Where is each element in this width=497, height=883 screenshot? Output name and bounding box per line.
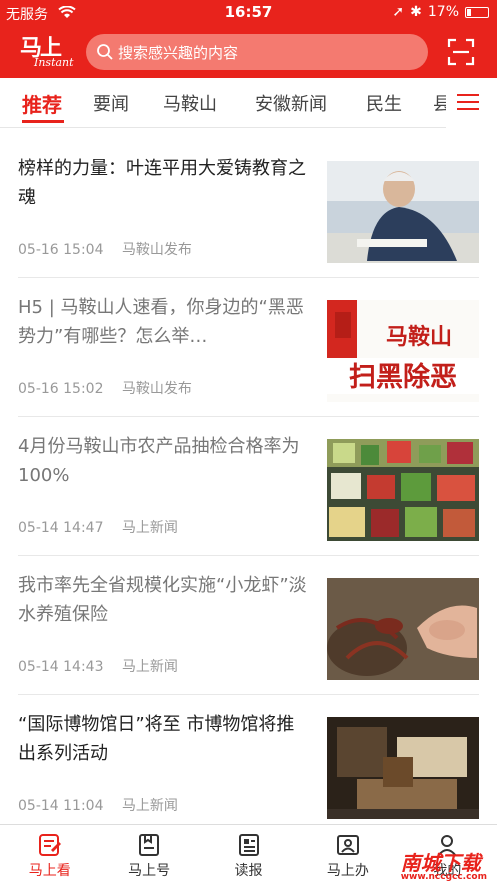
thumb-text-bottom: 扫黑除恶 bbox=[349, 361, 457, 393]
news-icon bbox=[38, 834, 61, 856]
article-meta: 05-16 15:02 马鞍山发布 bbox=[18, 378, 206, 398]
article-title: 榜样的力量：叶连平用大爱铸教育之魂 bbox=[18, 158, 306, 208]
watermark-sub: www.nccgcc.com bbox=[400, 872, 487, 882]
article-thumbnail bbox=[327, 717, 479, 819]
article-source: 马上新闻 bbox=[121, 798, 178, 814]
article-date: 05-16 15:02 bbox=[18, 381, 104, 397]
battery-percent: 17% bbox=[427, 4, 459, 20]
article-meta: 05-16 15:04 马鞍山发布 bbox=[18, 239, 206, 259]
article-title: 4月份马鞍山市农产品抽检合格率为100% bbox=[18, 436, 300, 486]
article-thumbnail bbox=[327, 439, 479, 541]
nav-item-newspaper[interactable]: 读报 bbox=[199, 825, 298, 883]
watermark: 南城下载 www.nccgcc.com bbox=[401, 847, 487, 882]
battery-icon bbox=[465, 6, 489, 18]
article-date: 05-14 14:43 bbox=[18, 659, 104, 675]
article-title: 我市率先全省规模化实施“小龙虾”淡水养殖保险 bbox=[18, 575, 307, 625]
active-tab-indicator bbox=[22, 120, 64, 123]
article-date: 05-16 15:04 bbox=[18, 242, 104, 258]
article-item[interactable]: 榜样的力量：叶连平用大爱铸教育之魂 05-16 15:04 马鞍山发布 bbox=[18, 139, 479, 278]
bluetooth-icon: ✱ bbox=[410, 4, 422, 20]
thumb-text-top: 马鞍山 bbox=[386, 324, 452, 350]
article-item[interactable]: H5 | 马鞍山人速看，你身边的“黑恶势力”有哪些？怎么举… 05-16 15:… bbox=[18, 278, 479, 417]
account-icon bbox=[139, 834, 160, 856]
article-thumbnail bbox=[327, 578, 479, 680]
article-source: 马鞍山发布 bbox=[121, 242, 192, 258]
service-icon bbox=[336, 835, 359, 855]
article-source: 马鞍山发布 bbox=[121, 381, 192, 397]
search-placeholder: 搜索感兴趣的内容 bbox=[118, 43, 239, 62]
article-thumbnail: 马鞍山 扫黑除恶 bbox=[327, 300, 479, 402]
article-list: 榜样的力量：叶连平用大爱铸教育之魂 05-16 15:04 马鞍山发布 H5 |… bbox=[0, 139, 497, 834]
article-source: 马上新闻 bbox=[121, 520, 178, 536]
article-item[interactable]: 我市率先全省规模化实施“小龙虾”淡水养殖保险 05-14 14:43 马上新闻 bbox=[18, 556, 479, 695]
article-date: 05-14 14:47 bbox=[18, 520, 104, 536]
article-meta: 05-14 14:43 马上新闻 bbox=[18, 656, 192, 676]
location-icon: ➚ bbox=[392, 4, 405, 20]
nav-label: 读报 bbox=[234, 863, 263, 879]
tab-maanshan[interactable]: 马鞍山 bbox=[163, 90, 217, 116]
article-meta: 05-14 14:47 马上新闻 bbox=[18, 517, 192, 537]
nav-item-services[interactable]: 马上办 bbox=[298, 825, 397, 883]
search-input[interactable]: 搜索感兴趣的内容 bbox=[86, 34, 428, 70]
tab-recommend[interactable]: 推荐 bbox=[22, 89, 62, 118]
logo-sub: Instant bbox=[34, 56, 74, 69]
nav-label: 马上办 bbox=[326, 863, 369, 879]
newspaper-icon bbox=[238, 834, 259, 856]
search-icon bbox=[97, 44, 113, 60]
tab-anhui-news[interactable]: 安徽新闻 bbox=[255, 90, 327, 116]
nav-label: 马上号 bbox=[128, 863, 171, 879]
nav-item-accounts[interactable]: 马上号 bbox=[99, 825, 198, 883]
article-date: 05-14 11:04 bbox=[18, 798, 104, 814]
article-title: “国际博物馆日”将至 市博物馆将推出系列活动 bbox=[18, 714, 295, 764]
article-title: H5 | 马鞍山人速看，你身边的“黑恶势力”有哪些？怎么举… bbox=[18, 297, 304, 347]
article-source: 马上新闻 bbox=[121, 659, 178, 675]
app-logo: 马上 Instant bbox=[20, 30, 76, 70]
article-meta: 05-14 11:04 马上新闻 bbox=[18, 795, 192, 815]
status-bar: 无服务 16:57 ➚ ✱ 17% bbox=[0, 0, 497, 26]
category-tabs: 推荐 要闻 马鞍山 安徽新闻 民生 县 bbox=[0, 78, 497, 128]
article-item[interactable]: 4月份马鞍山市农产品抽检合格率为100% 05-14 14:47 马上新闻 bbox=[18, 417, 479, 556]
menu-icon[interactable] bbox=[457, 94, 479, 112]
article-thumbnail bbox=[327, 161, 479, 263]
nav-label: 马上看 bbox=[28, 863, 71, 879]
article-item[interactable]: “国际博物馆日”将至 市博物馆将推出系列活动 05-14 11:04 马上新闻 bbox=[18, 695, 479, 834]
tab-headlines[interactable]: 要闻 bbox=[93, 90, 129, 116]
app-header: 马上 Instant 搜索感兴趣的内容 bbox=[0, 26, 497, 78]
nav-item-watch[interactable]: 马上看 bbox=[0, 825, 99, 883]
scan-icon[interactable] bbox=[447, 38, 475, 66]
tab-livelihood[interactable]: 民生 bbox=[366, 90, 402, 116]
